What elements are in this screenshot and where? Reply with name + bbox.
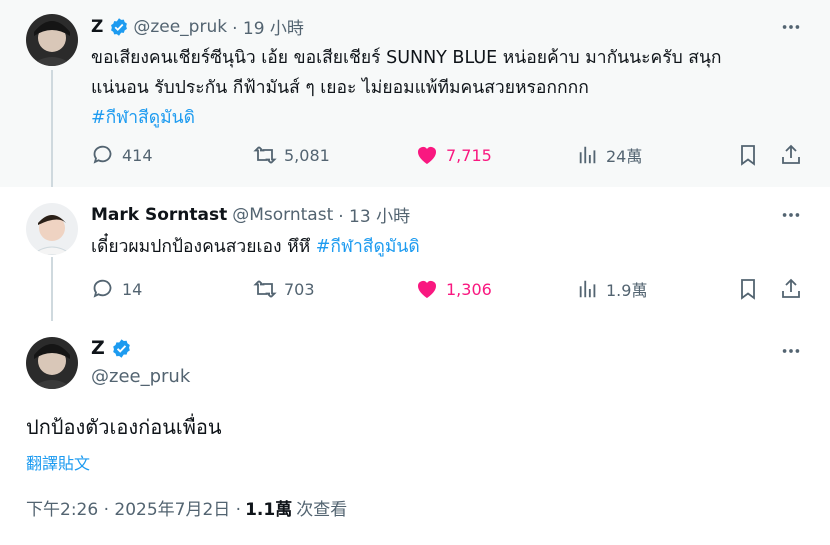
author-name[interactable]: Mark Sorntast (91, 205, 227, 225)
heart-filled-icon (418, 147, 436, 164)
repost-count: 5,081 (284, 145, 330, 165)
reply-button[interactable]: 414 (91, 143, 153, 167)
tweet-text-line: ขอเสียงคนเชียร์ซีนุนิว เอ้ย ขอเสียเชียร์… (91, 48, 722, 68)
like-count: 1,306 (446, 279, 492, 299)
author-handle[interactable]: @zee_pruk (133, 17, 227, 37)
repost-count: 703 (284, 279, 315, 299)
main-author: Z (91, 337, 136, 359)
views-icon (579, 280, 596, 298)
tweet-actions: 414 5,081 7,715 24萬 (91, 143, 806, 173)
author-name[interactable]: Z (91, 17, 103, 37)
hashtag-link[interactable]: #กีฬาสีดูมันดิ (316, 237, 420, 257)
reply-icon (93, 279, 112, 298)
views-icon (579, 146, 596, 164)
bookmark-icon[interactable] (736, 277, 760, 305)
reply-button[interactable]: 14 (91, 277, 142, 301)
hashtag-link[interactable]: #กีฬาสีดูมันดิ (91, 103, 791, 133)
avatar-msorntast[interactable] (26, 203, 78, 255)
views-count: 24萬 (606, 147, 643, 166)
tweet-text-content: เดี๋ยวผมปกป้องคนสวยเอง หึหึ (91, 237, 316, 257)
timestamp[interactable]: 下午2:26 · 2025年7月2日 · (26, 495, 241, 520)
avatar-zee-pruk[interactable] (26, 337, 78, 389)
author-name[interactable]: Z (91, 337, 105, 359)
tweet-text: ขอเสียงคนเชียร์ซีนุนิว เอ้ย ขอเสียเชียร์… (91, 43, 791, 133)
thread-line (51, 257, 53, 321)
more-options-icon[interactable] (780, 16, 802, 42)
tweet-time[interactable]: · 19 小時 (232, 14, 304, 39)
views-button[interactable]: 1.9萬 (577, 277, 647, 301)
like-button[interactable]: 1,306 (415, 277, 492, 301)
heart-filled-icon (418, 281, 436, 298)
reply-count: 14 (122, 279, 143, 299)
views-button[interactable]: 24萬 (577, 143, 642, 167)
like-button[interactable]: 7,715 (415, 143, 492, 167)
views-count: 1.1萬 (245, 500, 293, 520)
tweet-text-line: แน่นอน รับประกัน กีฟ้ามันส์ ๆ เยอะ ไม่ยอ… (91, 78, 589, 98)
tweet-zee-pruk[interactable]: Z @zee_pruk · 19 小時 ขอเสียงคนเชียร์ซีนุน… (0, 0, 830, 187)
main-tweet-text: ปกป้องตัวเองก่อนเพื่อน (26, 415, 222, 439)
tweet-time[interactable]: · 13 小時 (338, 202, 410, 227)
tweet-meta: 下午2:26 · 2025年7月2日 · 1.1萬 次查看 (26, 495, 347, 520)
repost-button[interactable]: 703 (253, 277, 315, 301)
verified-badge-icon (111, 338, 132, 359)
tweet-actions: 14 703 1,306 1.9萬 (91, 277, 806, 307)
views-label: 次查看 (296, 500, 348, 520)
tweet-header: Z @zee_pruk · 19 小時 (91, 14, 304, 40)
thread-line (51, 70, 53, 187)
tweet-msorntast[interactable]: Mark Sorntast @Msorntast · 13 小時 เดี๋ยวผ… (0, 187, 830, 321)
tweet-text: เดี๋ยวผมปกป้องคนสวยเอง หึหึ #กีฬาสีดูมัน… (91, 232, 791, 262)
share-icon[interactable] (779, 143, 803, 171)
like-count: 7,715 (446, 145, 492, 165)
repost-button[interactable]: 5,081 (253, 143, 330, 167)
tweet-header: Mark Sorntast @Msorntast · 13 小時 (91, 202, 410, 228)
repost-icon (253, 146, 277, 164)
author-handle[interactable]: @zee_pruk (91, 366, 190, 387)
avatar-zee-pruk[interactable] (26, 14, 78, 66)
repost-icon (253, 280, 277, 298)
reply-count: 414 (122, 145, 153, 165)
bookmark-icon[interactable] (736, 143, 760, 171)
reply-icon (93, 145, 112, 164)
more-options-icon[interactable] (780, 340, 802, 366)
verified-badge-icon (109, 17, 129, 37)
author-handle[interactable]: @Msorntast (232, 205, 333, 225)
views-count: 1.9萬 (606, 281, 648, 300)
share-icon[interactable] (779, 277, 803, 305)
more-options-icon[interactable] (780, 204, 802, 230)
translate-post-link[interactable]: 翻譯貼文 (26, 450, 90, 474)
